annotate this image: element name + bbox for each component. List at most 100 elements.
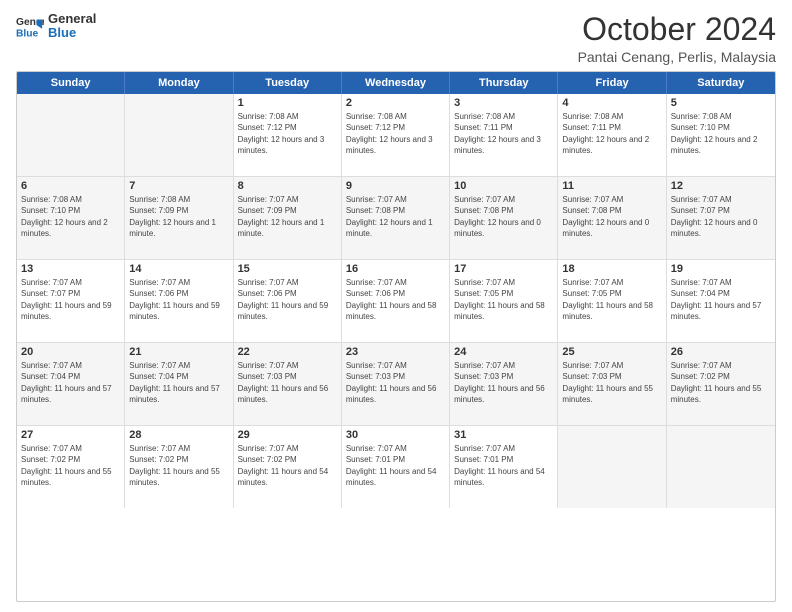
location: Pantai Cenang, Perlis, Malaysia [578, 49, 776, 65]
date-number: 4 [562, 97, 661, 109]
date-number: 8 [238, 180, 337, 192]
cell-info: Sunrise: 7:07 AMSunset: 7:03 PMDaylight:… [562, 360, 661, 405]
day-cell-6: 6Sunrise: 7:08 AMSunset: 7:10 PMDaylight… [17, 177, 125, 259]
day-cell-27: 27Sunrise: 7:07 AMSunset: 7:02 PMDayligh… [17, 426, 125, 508]
day-cell-2: 2 Sunrise: 7:08 AMSunset: 7:12 PMDaylight… [342, 94, 450, 176]
header-day-tuesday: Tuesday [234, 72, 342, 94]
cell-info: Sunrise: 7:08 AMSunset: 7:12 PMDaylight:… [238, 111, 337, 156]
day-cell-11: 11 Sunrise: 7:07 AMSunset: 7:08 PMDayligh… [558, 177, 666, 259]
cell-info: Sunrise: 7:07 AMSunset: 7:07 PMDaylight:… [21, 277, 120, 322]
header-day-wednesday: Wednesday [342, 72, 450, 94]
calendar-body: 1 Sunrise: 7:08 AMSunset: 7:12 PMDaylight… [17, 94, 775, 508]
header: General Blue General Blue October 2024 P… [16, 12, 776, 65]
empty-cell [125, 94, 233, 176]
day-cell-20: 20Sunrise: 7:07 AMSunset: 7:04 PMDayligh… [17, 343, 125, 425]
calendar-row-1: 1 Sunrise: 7:08 AMSunset: 7:12 PMDaylight… [17, 94, 775, 177]
date-number: 6 [21, 180, 120, 192]
cell-info: Sunrise: 7:07 AMSunset: 7:04 PMDaylight:… [671, 277, 771, 322]
cell-info: Sunrise: 7:07 AMSunset: 7:04 PMDaylight:… [129, 360, 228, 405]
header-day-monday: Monday [125, 72, 233, 94]
logo-icon: General Blue [16, 12, 44, 40]
cell-info: Sunrise: 7:07 AMSunset: 7:04 PMDaylight:… [21, 360, 120, 405]
cell-info: Sunrise: 7:08 AMSunset: 7:11 PMDaylight:… [562, 111, 661, 156]
date-number: 27 [21, 429, 120, 441]
cell-info: Sunrise: 7:07 AMSunset: 7:02 PMDaylight:… [129, 443, 228, 488]
day-cell-15: 15 Sunrise: 7:07 AMSunset: 7:06 PMDayligh… [234, 260, 342, 342]
date-number: 3 [454, 97, 553, 109]
date-number: 9 [346, 180, 445, 192]
day-cell-24: 24 Sunrise: 7:07 AMSunset: 7:03 PMDayligh… [450, 343, 558, 425]
day-cell-28: 28 Sunrise: 7:07 AMSunset: 7:02 PMDayligh… [125, 426, 233, 508]
date-number: 13 [21, 263, 120, 275]
day-cell-29: 29 Sunrise: 7:07 AMSunset: 7:02 PMDayligh… [234, 426, 342, 508]
day-cell-23: 23 Sunrise: 7:07 AMSunset: 7:03 PMDayligh… [342, 343, 450, 425]
cell-info: Sunrise: 7:07 AMSunset: 7:06 PMDaylight:… [238, 277, 337, 322]
day-cell-3: 3Sunrise: 7:08 AMSunset: 7:11 PMDaylight… [450, 94, 558, 176]
date-number: 5 [671, 97, 771, 109]
month-title: October 2024 [578, 12, 776, 47]
day-cell-18: 18Sunrise: 7:07 AMSunset: 7:05 PMDayligh… [558, 260, 666, 342]
header-day-friday: Friday [558, 72, 666, 94]
date-number: 26 [671, 346, 771, 358]
date-number: 17 [454, 263, 553, 275]
cell-info: Sunrise: 7:07 AMSunset: 7:03 PMDaylight:… [238, 360, 337, 405]
cell-info: Sunrise: 7:07 AMSunset: 7:07 PMDaylight:… [671, 194, 771, 239]
logo: General Blue General Blue [16, 12, 96, 41]
cell-info: Sunrise: 7:08 AMSunset: 7:10 PMDaylight:… [671, 111, 771, 156]
day-cell-13: 13 Sunrise: 7:07 AMSunset: 7:07 PMDayligh… [17, 260, 125, 342]
cell-info: Sunrise: 7:08 AMSunset: 7:09 PMDaylight:… [129, 194, 228, 239]
date-number: 29 [238, 429, 337, 441]
date-number: 11 [562, 180, 661, 192]
day-cell-14: 14Sunrise: 7:07 AMSunset: 7:06 PMDayligh… [125, 260, 233, 342]
date-number: 7 [129, 180, 228, 192]
date-number: 12 [671, 180, 771, 192]
day-cell-5: 5 Sunrise: 7:08 AMSunset: 7:10 PMDaylight… [667, 94, 775, 176]
day-cell-16: 16Sunrise: 7:07 AMSunset: 7:06 PMDayligh… [342, 260, 450, 342]
cell-info: Sunrise: 7:08 AMSunset: 7:12 PMDaylight:… [346, 111, 445, 156]
calendar-row-5: 27 Sunrise: 7:07 AMSunset: 7:02 PMDayligh… [17, 426, 775, 508]
cell-info: Sunrise: 7:07 AMSunset: 7:05 PMDaylight:… [454, 277, 553, 322]
day-cell-19: 19 Sunrise: 7:07 AMSunset: 7:04 PMDayligh… [667, 260, 775, 342]
empty-cell [667, 426, 775, 508]
day-cell-12: 12 Sunrise: 7:07 AMSunset: 7:07 PMDayligh… [667, 177, 775, 259]
cell-info: Sunrise: 7:07 AMSunset: 7:08 PMDaylight:… [454, 194, 553, 239]
cell-info: Sunrise: 7:07 AMSunset: 7:05 PMDaylight:… [562, 277, 661, 322]
date-number: 14 [129, 263, 228, 275]
day-cell-9: 9Sunrise: 7:07 AMSunset: 7:08 PMDaylight… [342, 177, 450, 259]
date-number: 30 [346, 429, 445, 441]
date-number: 15 [238, 263, 337, 275]
cell-info: Sunrise: 7:07 AMSunset: 7:02 PMDaylight:… [238, 443, 337, 488]
cell-info: Sunrise: 7:07 AMSunset: 7:08 PMDaylight:… [562, 194, 661, 239]
day-cell-1: 1 Sunrise: 7:08 AMSunset: 7:12 PMDaylight… [234, 94, 342, 176]
cell-info: Sunrise: 7:07 AMSunset: 7:03 PMDaylight:… [346, 360, 445, 405]
day-cell-7: 7 Sunrise: 7:08 AMSunset: 7:09 PMDaylight… [125, 177, 233, 259]
date-number: 21 [129, 346, 228, 358]
cell-info: Sunrise: 7:07 AMSunset: 7:01 PMDaylight:… [454, 443, 553, 488]
header-day-sunday: Sunday [17, 72, 125, 94]
date-number: 28 [129, 429, 228, 441]
calendar-row-4: 20Sunrise: 7:07 AMSunset: 7:04 PMDayligh… [17, 343, 775, 426]
calendar-row-3: 13 Sunrise: 7:07 AMSunset: 7:07 PMDayligh… [17, 260, 775, 343]
date-number: 2 [346, 97, 445, 109]
date-number: 22 [238, 346, 337, 358]
day-cell-17: 17 Sunrise: 7:07 AMSunset: 7:05 PMDayligh… [450, 260, 558, 342]
day-cell-8: 8Sunrise: 7:07 AMSunset: 7:09 PMDaylight… [234, 177, 342, 259]
date-number: 25 [562, 346, 661, 358]
day-cell-30: 30Sunrise: 7:07 AMSunset: 7:01 PMDayligh… [342, 426, 450, 508]
calendar: SundayMondayTuesdayWednesdayThursdayFrid… [16, 71, 776, 602]
date-number: 1 [238, 97, 337, 109]
day-cell-21: 21 Sunrise: 7:07 AMSunset: 7:04 PMDayligh… [125, 343, 233, 425]
day-cell-4: 4 Sunrise: 7:08 AMSunset: 7:11 PMDaylight… [558, 94, 666, 176]
empty-cell [558, 426, 666, 508]
logo-blue: Blue [48, 26, 96, 40]
calendar-header: SundayMondayTuesdayWednesdayThursdayFrid… [17, 72, 775, 94]
date-number: 23 [346, 346, 445, 358]
date-number: 19 [671, 263, 771, 275]
day-cell-25: 25 Sunrise: 7:07 AMSunset: 7:03 PMDayligh… [558, 343, 666, 425]
date-number: 24 [454, 346, 553, 358]
empty-cell [17, 94, 125, 176]
day-cell-10: 10Sunrise: 7:07 AMSunset: 7:08 PMDayligh… [450, 177, 558, 259]
cell-info: Sunrise: 7:07 AMSunset: 7:03 PMDaylight:… [454, 360, 553, 405]
calendar-row-2: 6Sunrise: 7:08 AMSunset: 7:10 PMDaylight… [17, 177, 775, 260]
title-area: October 2024 Pantai Cenang, Perlis, Mala… [578, 12, 776, 65]
